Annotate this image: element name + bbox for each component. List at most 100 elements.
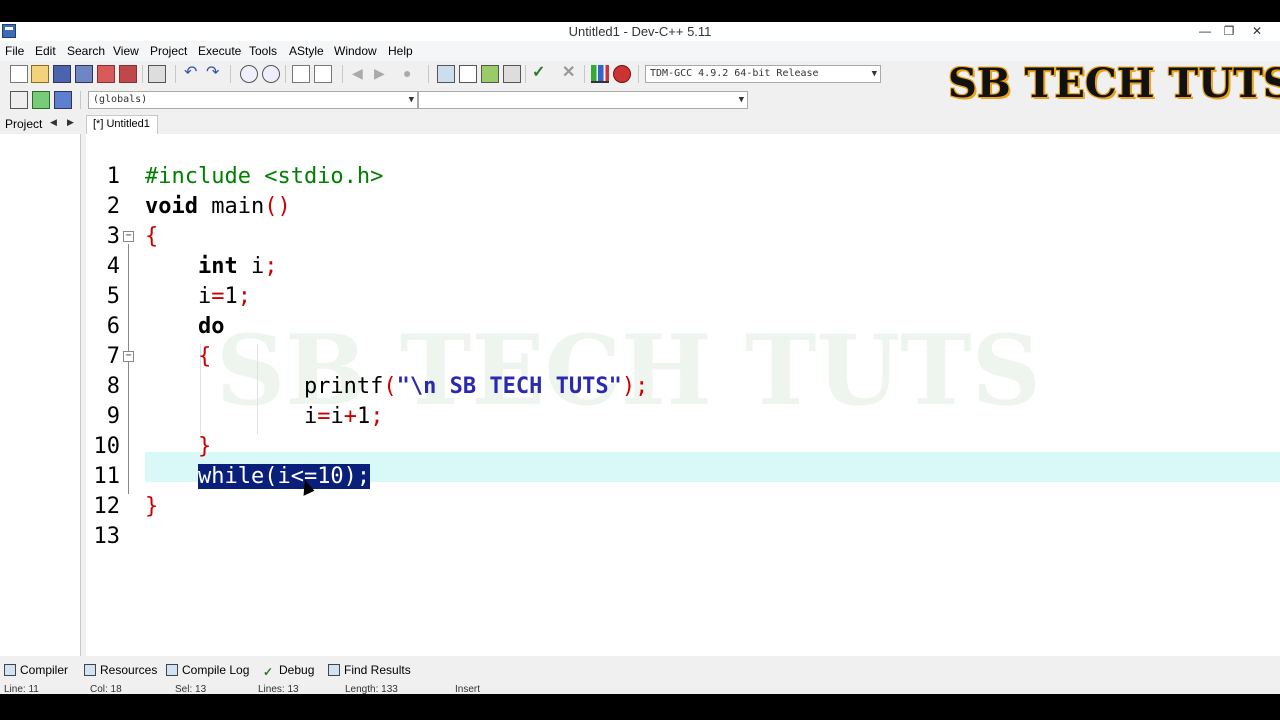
tab-compiler[interactable]: Compiler [4, 661, 68, 680]
status-bar: Line: 11 Col: 18 Sel: 13 Lines: 13 Lengt… [0, 680, 1280, 694]
menu-tools[interactable]: Tools [249, 44, 277, 58]
code-token: #include <stdio.h> [145, 164, 384, 189]
code-line-13: 13 [86, 522, 1280, 552]
menu-search[interactable]: Search [67, 44, 105, 58]
code-token: { [197, 344, 212, 369]
toolbar-separator [80, 91, 81, 109]
member-select[interactable]: ▼ [418, 91, 748, 109]
devcpp-window: Untitled1 - Dev-C++ 5.11 — ❐ ✕ File Edit… [0, 22, 1280, 694]
bookmark-prev-icon[interactable]: ◀ [352, 65, 370, 83]
goto-declaration-icon[interactable] [10, 91, 28, 109]
print-icon[interactable] [148, 65, 166, 83]
tab-resources-label: Resources [100, 663, 158, 677]
tab-project[interactable]: Project [5, 117, 42, 131]
debug-icon[interactable] [613, 65, 631, 83]
resources-icon [84, 664, 96, 676]
chart-icon[interactable] [591, 65, 609, 83]
bookmark-toggle-icon[interactable]: ● [403, 65, 421, 83]
save-all-icon[interactable] [75, 65, 93, 83]
grid-view-icon[interactable] [503, 65, 521, 83]
status-col: Col: 18 [90, 684, 122, 694]
close-all-icon[interactable] [119, 65, 137, 83]
close-file-icon[interactable] [97, 65, 115, 83]
chevron-down-icon: ▼ [408, 95, 414, 105]
code-token: i [237, 254, 265, 279]
code-token: = [317, 404, 331, 429]
toolbar-separator [230, 65, 231, 83]
code-line-11: 11 while(i<=10); [86, 462, 1280, 492]
menu-edit[interactable]: Edit [35, 44, 56, 58]
open-folder-icon[interactable] [31, 65, 49, 83]
code-editor[interactable]: SB TECH TUTS 1 #include <stdio.h> 2 void m… [86, 134, 1280, 656]
tab-compile-log[interactable]: Compile Log [166, 661, 249, 680]
code-line-6: 6 do [86, 312, 1280, 342]
code-token: 1 [356, 404, 371, 429]
tab-resources[interactable]: Resources [84, 661, 157, 680]
code-text: } [145, 432, 211, 462]
status-line: Line: 11 [4, 684, 39, 694]
code-token: + [343, 404, 357, 429]
goto-definition-icon[interactable] [32, 91, 50, 109]
code-token: ); [621, 374, 649, 399]
tab-debug[interactable]: ✓ Debug [263, 661, 314, 680]
close-icon[interactable]: ✕ [1244, 22, 1270, 40]
line-number: 10 [93, 434, 121, 459]
menu-execute[interactable]: Execute [198, 44, 241, 58]
code-line-1: 1 #include <stdio.h> [86, 162, 1280, 192]
scope-select[interactable]: (globals) ▼ [88, 91, 418, 109]
menu-help[interactable]: Help [388, 44, 413, 58]
restore-icon[interactable]: ❐ [1216, 22, 1242, 40]
line-number: 2 [106, 194, 120, 219]
code-text: do [145, 312, 225, 342]
check-icon[interactable]: ✓ [532, 65, 550, 83]
code-token: main [197, 194, 265, 219]
arrow-left-icon[interactable]: ◀ [50, 117, 57, 128]
code-token: { [145, 224, 159, 249]
tab-find-results[interactable]: Find Results [328, 661, 411, 680]
code-line-10: 10 } [86, 432, 1280, 462]
redo-icon[interactable]: ↷ [206, 65, 224, 83]
code-token: i [145, 404, 318, 429]
code-text: #include <stdio.h> [145, 162, 383, 192]
project-window-icon[interactable] [459, 65, 477, 83]
code-token: void [145, 194, 198, 219]
fold-minus-icon[interactable]: − [123, 351, 134, 362]
fold-minus-icon[interactable]: − [123, 231, 134, 242]
stop-icon[interactable]: ✕ [562, 65, 580, 83]
code-text: printf("\n SB TECH TUTS"); [145, 372, 648, 402]
line-number: 13 [93, 524, 121, 549]
replace-icon[interactable] [262, 65, 280, 83]
arrow-right-icon[interactable]: ▶ [67, 117, 74, 128]
menu-file[interactable]: File [5, 44, 24, 58]
tab-untitled1[interactable]: [*] Untitled1 [86, 115, 158, 134]
bookmark-next-icon[interactable]: ▶ [374, 65, 392, 83]
indent-icon[interactable] [292, 65, 310, 83]
menu-astyle[interactable]: AStyle [289, 44, 324, 58]
save-icon[interactable] [53, 65, 71, 83]
menu-window[interactable]: Window [334, 44, 377, 58]
toolbar-separator [142, 65, 143, 83]
toolbar-separator [285, 65, 286, 83]
code-text: { [145, 222, 158, 252]
code-text: i=1; [145, 282, 251, 312]
undo-icon[interactable]: ↶ [184, 65, 202, 83]
brand-logo-text: SB TECH TUTS [948, 60, 1280, 107]
project-options-icon[interactable] [481, 65, 499, 83]
class-browser-icon[interactable] [54, 91, 72, 109]
menu-view[interactable]: View [113, 44, 139, 58]
tab-compiler-label: Compiler [20, 663, 69, 677]
project-new-icon[interactable] [437, 65, 455, 83]
compiler-select[interactable]: TDM-GCC 4.9.2 64-bit Release ▼ [645, 65, 881, 83]
tab-compile-log-label: Compile Log [182, 663, 250, 677]
menu-project[interactable]: Project [150, 44, 187, 58]
unindent-icon[interactable] [314, 65, 332, 83]
code-token: } [197, 434, 212, 459]
new-file-icon[interactable] [10, 65, 28, 83]
code-line-2: 2 void main() [86, 192, 1280, 222]
code-token: int [197, 254, 238, 279]
status-length: Length: 133 [345, 684, 398, 694]
find-icon[interactable] [240, 65, 258, 83]
minimize-icon[interactable]: — [1192, 22, 1218, 40]
